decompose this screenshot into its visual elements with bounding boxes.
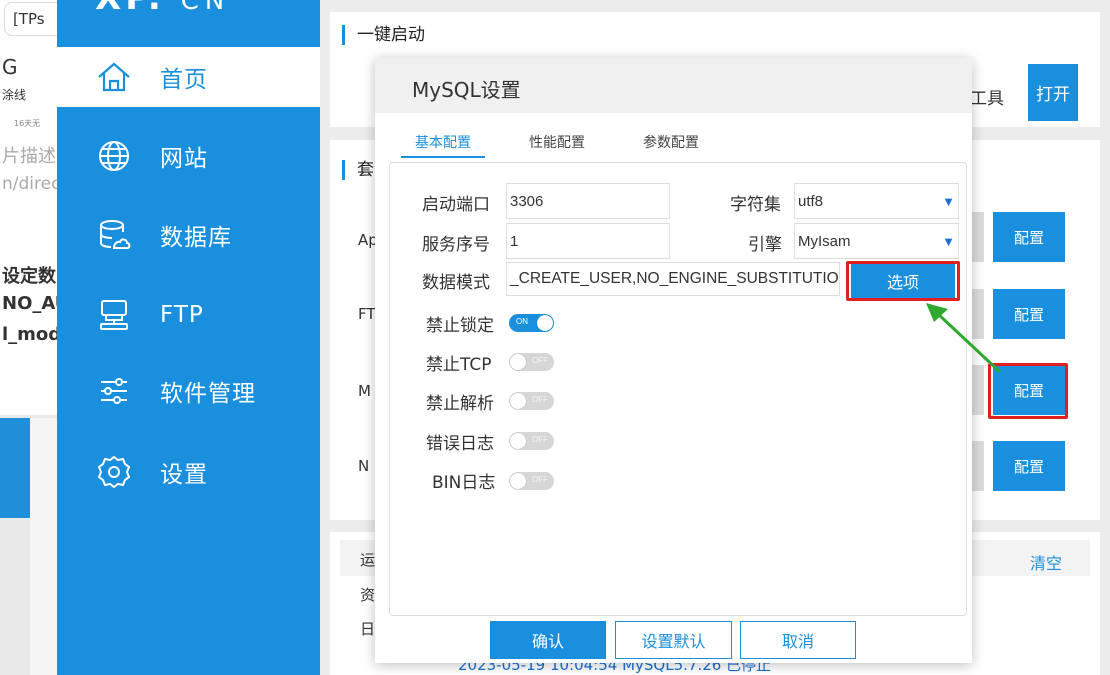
annotation-arrow — [926, 303, 1002, 374]
